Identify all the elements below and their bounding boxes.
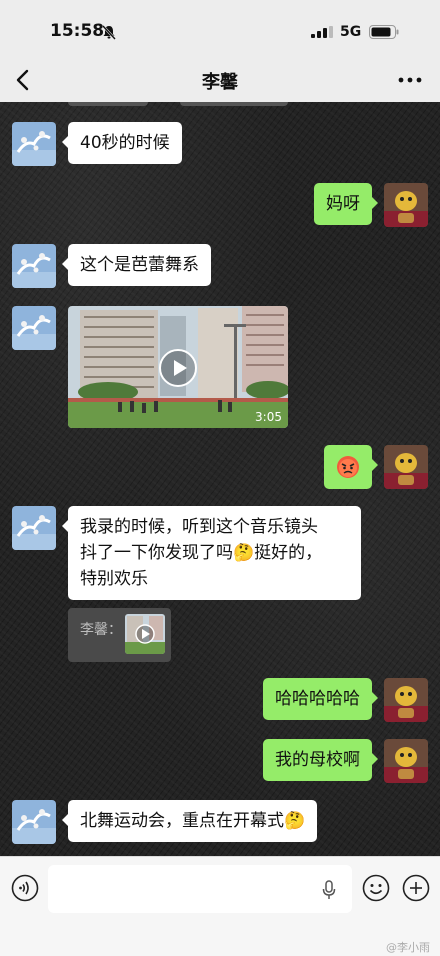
my-avatar[interactable] xyxy=(384,183,428,227)
video-duration: 3:05 xyxy=(255,410,282,424)
message-bubble-incoming[interactable]: 这个是芭蕾舞系 xyxy=(62,244,211,286)
message-line: 抖了一下你发现了吗🤔挺好的， xyxy=(80,543,323,563)
more-options-icon[interactable] xyxy=(398,71,422,89)
contact-avatar[interactable] xyxy=(12,800,56,844)
bell-off-icon xyxy=(102,25,116,40)
contact-avatar[interactable] xyxy=(12,506,56,550)
chat-title: 李馨 xyxy=(202,72,238,93)
message-bubble-incoming[interactable]: 40秒的时候 xyxy=(62,122,182,164)
my-avatar[interactable] xyxy=(384,678,428,722)
quoted-message[interactable]: 李馨： xyxy=(68,608,171,662)
network-type: 5G xyxy=(340,24,362,40)
video-message[interactable]: 3:05 xyxy=(68,306,288,428)
input-bar: @李小雨 xyxy=(0,856,440,956)
message-bubble-incoming[interactable]: 我录的时候，听到这个音乐镜头 抖了一下你发现了吗🤔挺好的， 特别欢乐 xyxy=(62,506,361,600)
quote-video-thumbnail xyxy=(125,614,165,654)
message-bubble-outgoing[interactable] xyxy=(324,445,378,489)
my-avatar[interactable] xyxy=(384,445,428,489)
nav-bar: 李馨 xyxy=(0,58,440,102)
previous-message-edge xyxy=(180,102,288,106)
message-bubble-incoming[interactable]: 北舞运动会，重点在开幕式🤔 xyxy=(61,800,318,842)
message-line: 特别欢乐 xyxy=(80,569,148,589)
watermark: @李小雨 xyxy=(386,941,430,954)
contact-avatar[interactable] xyxy=(12,122,56,166)
microphone-icon[interactable] xyxy=(321,880,337,900)
previous-message-edge xyxy=(68,102,148,106)
message-input[interactable] xyxy=(48,865,352,913)
cellular-signal-icon xyxy=(311,26,333,38)
message-bubble-outgoing[interactable]: 妈呀 xyxy=(314,183,378,225)
my-avatar[interactable] xyxy=(384,739,428,783)
message-bubble-outgoing[interactable]: 我的母校啊 xyxy=(263,739,378,781)
contact-avatar[interactable] xyxy=(12,244,56,288)
status-bar: 15:58 5G xyxy=(0,0,440,58)
contact-avatar[interactable] xyxy=(12,306,56,350)
message-bubble-outgoing[interactable]: 哈哈哈哈哈 xyxy=(263,678,378,720)
angry-face-emoji-icon xyxy=(337,456,359,478)
message-line: 我录的时候，听到这个音乐镜头 xyxy=(80,517,318,537)
quote-author: 李馨： xyxy=(80,622,122,638)
emoji-icon[interactable] xyxy=(362,874,390,902)
chat-area[interactable]: 40秒的时候 妈呀 这个是芭蕾舞系 3:05 我录的时候，听到这个音乐镜头 抖了… xyxy=(0,102,440,856)
battery-icon xyxy=(369,25,399,39)
voice-input-icon[interactable] xyxy=(11,874,39,902)
status-time: 15:58 xyxy=(50,21,105,41)
add-attachment-icon[interactable] xyxy=(402,874,430,902)
play-icon[interactable] xyxy=(158,348,198,388)
